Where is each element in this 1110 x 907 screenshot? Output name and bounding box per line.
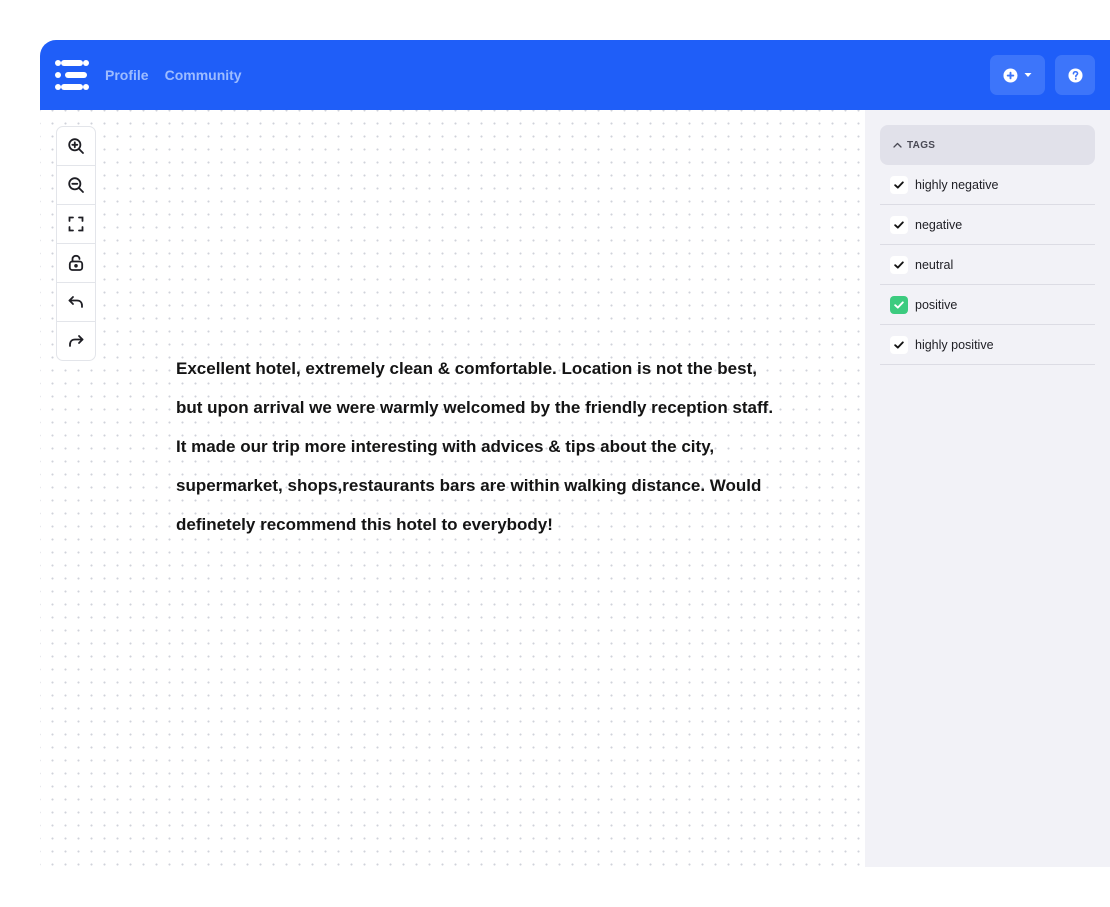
app-window: Profile Community Excellent hotel, extre… — [40, 40, 1110, 867]
caret-down-icon — [1024, 73, 1032, 77]
redo-icon — [69, 335, 84, 347]
tag-item-highly-positive[interactable]: highly positive — [880, 325, 1095, 365]
help-button[interactable] — [1055, 55, 1095, 95]
tag-checkbox[interactable] — [890, 215, 908, 234]
add-dropdown-button[interactable] — [990, 55, 1045, 95]
redo-button[interactable] — [57, 322, 95, 360]
tags-section-title: TAGS — [907, 139, 936, 151]
tag-label: positive — [915, 297, 958, 312]
plus-circle-icon — [1003, 67, 1018, 83]
tag-item-positive[interactable]: positive — [880, 285, 1095, 325]
zoom-out-button[interactable] — [57, 166, 95, 205]
nav-profile[interactable]: Profile — [105, 67, 149, 83]
checkmark-icon — [894, 220, 904, 229]
canvas-toolbar — [56, 126, 96, 361]
checkmark-icon — [894, 180, 904, 189]
tag-checkbox[interactable] — [890, 335, 908, 354]
checkmark-icon — [894, 340, 904, 349]
checkmark-icon — [894, 300, 904, 309]
lock-open-icon — [68, 254, 84, 271]
fit-screen-icon — [68, 216, 84, 232]
top-bar: Profile Community — [40, 40, 1110, 110]
main-nav: Profile Community — [105, 40, 242, 110]
tag-label: negative — [915, 217, 963, 232]
top-actions — [990, 55, 1095, 95]
document-text[interactable]: Excellent hotel, extremely clean & comfo… — [176, 349, 776, 544]
tag-checkbox-checked[interactable] — [890, 295, 908, 314]
nav-community[interactable]: Community — [165, 67, 242, 83]
cluster-logo-icon[interactable] — [53, 57, 91, 93]
tag-label: neutral — [915, 257, 954, 272]
undo-button[interactable] — [57, 283, 95, 322]
tag-label: highly negative — [915, 177, 999, 192]
tags-section-header[interactable]: TAGS — [880, 125, 1095, 165]
tag-item-negative[interactable]: negative — [880, 205, 1095, 245]
checkmark-icon — [894, 260, 904, 269]
tags-sidebar: TAGS highly negative negative neutral po… — [865, 110, 1110, 867]
zoom-in-button[interactable] — [57, 127, 95, 166]
tag-item-neutral[interactable]: neutral — [880, 245, 1095, 285]
tag-list: highly negative negative neutral positiv… — [880, 165, 1095, 365]
zoom-out-icon — [68, 177, 84, 193]
lock-toggle-button[interactable] — [57, 244, 95, 283]
tag-label: highly positive — [915, 337, 994, 352]
tag-checkbox[interactable] — [890, 175, 908, 194]
fit-screen-button[interactable] — [57, 205, 95, 244]
question-circle-icon — [1067, 67, 1083, 83]
tag-item-highly-negative[interactable]: highly negative — [880, 165, 1095, 205]
tag-checkbox[interactable] — [890, 255, 908, 274]
zoom-in-icon — [68, 138, 84, 154]
undo-icon — [68, 296, 83, 308]
chevron-up-icon — [893, 142, 902, 148]
